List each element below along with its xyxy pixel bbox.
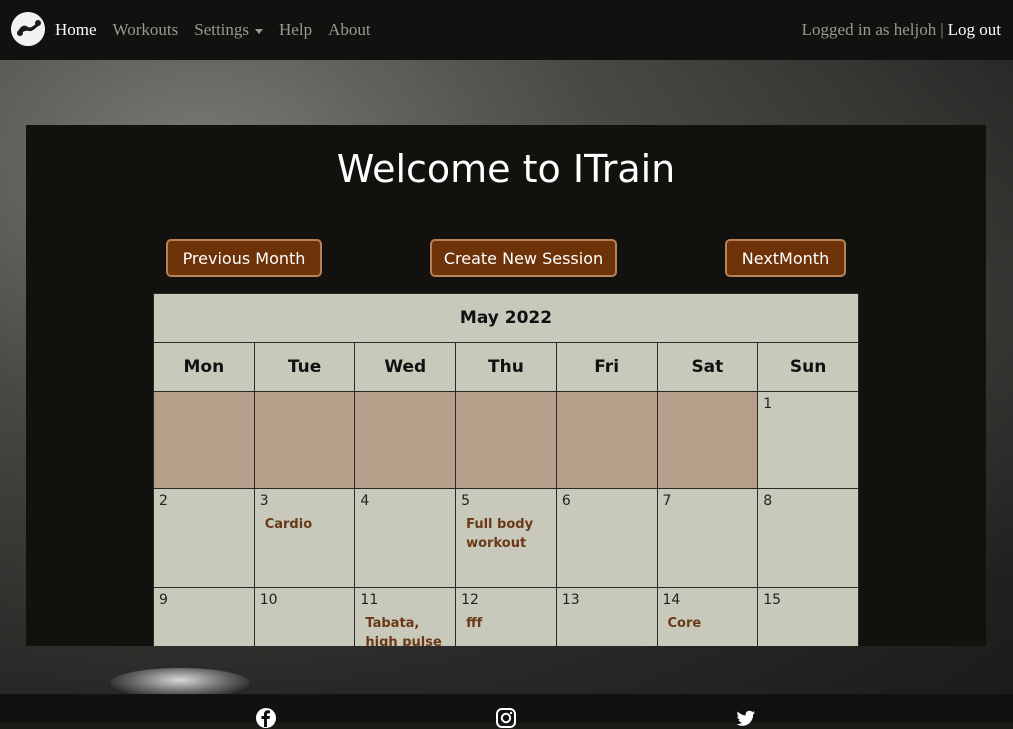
day-cell[interactable]: 9 (153, 587, 255, 646)
navbar: Home Workouts Settings Help About Logged… (0, 0, 1013, 60)
day-cell[interactable]: 2 (153, 488, 255, 588)
empty-day-cell (253, 391, 356, 489)
day-cell[interactable]: 15 (757, 587, 859, 646)
day-cell[interactable]: 12 fff (455, 587, 557, 646)
next-month-button[interactable]: NextMonth (725, 239, 846, 277)
day-number: 5 (461, 493, 471, 509)
weekday-header: Mon (153, 342, 255, 392)
chevron-down-icon (255, 28, 264, 34)
day-cell[interactable]: 3 Cardio (253, 488, 356, 588)
empty-day-cell (354, 391, 457, 489)
calendar-month: May 2022 (153, 293, 859, 343)
session-link[interactable]: Tabata, high pulse (355, 608, 455, 646)
day-cell[interactable]: 10 (253, 587, 356, 646)
nav-help[interactable]: Help (279, 20, 312, 40)
day-cell[interactable]: 1 (757, 391, 859, 489)
day-number: 4 (360, 493, 370, 509)
logout-link[interactable]: Log out (948, 20, 1001, 40)
nav-links: Home Workouts Settings Help About (55, 0, 387, 60)
day-cell[interactable]: 14 Core (656, 587, 759, 646)
day-cell[interactable]: 4 (354, 488, 457, 588)
weekday-header: Sun (757, 342, 859, 392)
day-number: 6 (561, 493, 571, 509)
separator: | (940, 20, 944, 39)
day-number: 9 (159, 592, 168, 608)
day-number: 12 (461, 592, 479, 608)
day-number: 8 (763, 493, 773, 509)
weekday-header: Sat (656, 342, 759, 392)
facebook-icon[interactable] (255, 707, 277, 729)
nav-settings-dropdown[interactable]: Settings (194, 20, 264, 40)
day-number: 7 (662, 493, 672, 509)
day-number: 14 (662, 592, 681, 608)
day-number: 13 (561, 592, 580, 608)
weekday-header: Fri (555, 342, 658, 392)
dumbbell-image (110, 668, 250, 694)
previous-month-button[interactable]: Previous Month (166, 239, 322, 277)
empty-day-cell (555, 391, 658, 489)
user-area: Logged in as heljoh | Log out (802, 0, 1001, 60)
main-panel: Welcome to ITrain Previous Month Create … (26, 125, 986, 646)
day-cell[interactable]: 7 (656, 488, 759, 588)
calendar: May 2022 Mon Tue Wed Thu Fri Sat Sun 1 2… (153, 293, 859, 646)
nav-workouts[interactable]: Workouts (113, 20, 179, 40)
calendar-week: 9 10 11 Tabata, high pulse 12 fff 13 14 Cor… (153, 587, 859, 646)
day-cell[interactable]: 8 (757, 488, 859, 588)
instagram-icon[interactable] (495, 707, 517, 729)
calendar-week: 1 (153, 391, 859, 489)
empty-day-cell (656, 391, 759, 489)
session-link[interactable]: fff (456, 608, 556, 633)
create-session-button[interactable]: Create New Session (430, 239, 617, 277)
day-cell[interactable]: 13 (555, 587, 658, 646)
day-number: 10 (259, 592, 278, 608)
day-number: 2 (159, 493, 168, 509)
day-cell[interactable]: 6 (555, 488, 658, 588)
day-number: 3 (259, 493, 269, 509)
empty-day-cell (455, 391, 557, 489)
twitter-icon[interactable] (735, 707, 757, 729)
day-number: 11 (360, 592, 379, 608)
day-cell[interactable]: 11 Tabata, high pulse (354, 587, 457, 646)
nav-settings-label: Settings (194, 20, 250, 39)
weekday-header: Thu (455, 342, 557, 392)
weekday-header: Tue (253, 342, 356, 392)
page-title: Welcome to ITrain (336, 147, 676, 191)
footer (0, 694, 1013, 728)
nav-about[interactable]: About (328, 20, 371, 40)
session-link[interactable]: Cardio (255, 509, 355, 534)
nav-home[interactable]: Home (55, 20, 97, 40)
weekday-header: Wed (354, 342, 457, 392)
session-link[interactable]: Core (658, 608, 758, 633)
calendar-week: 2 3 Cardio 4 5 Full body workout 6 7 8 (153, 488, 859, 588)
day-cell[interactable]: 5 Full body workout (455, 488, 557, 588)
day-number: 1 (763, 396, 773, 412)
day-number: 15 (763, 592, 782, 608)
session-link[interactable]: Full body workout (456, 509, 556, 553)
empty-day-cell (153, 391, 255, 489)
logged-in-text: Logged in as heljoh (801, 20, 937, 39)
brand-logo[interactable] (11, 12, 45, 46)
